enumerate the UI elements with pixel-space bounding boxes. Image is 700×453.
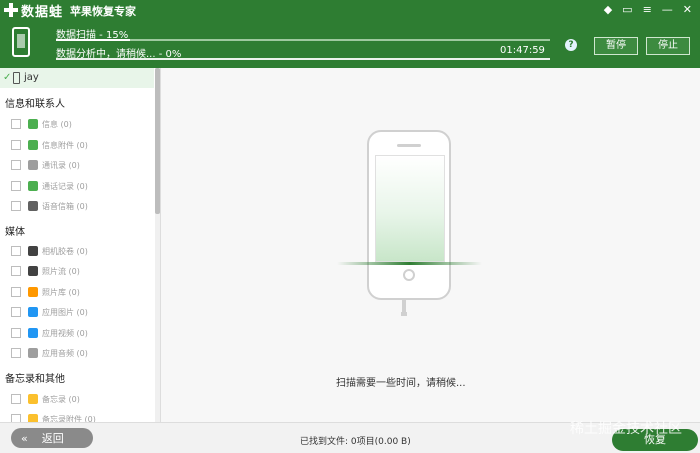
phone-home-button (403, 269, 415, 281)
back-label: 返回 (41, 432, 64, 445)
category-item[interactable]: 应用视频 (0) (11, 326, 151, 340)
category-item[interactable]: 语音信箱 (0) (11, 199, 151, 213)
phone-icon (28, 181, 38, 191)
minimize-icon[interactable]: — (662, 2, 673, 18)
category-item[interactable]: 信息附件 (0) (11, 138, 151, 152)
category-checkbox[interactable] (11, 328, 21, 338)
category-item[interactable]: 备忘录 (0) (11, 392, 151, 406)
phone-speaker (397, 144, 421, 147)
section-title: 信息和联系人 (5, 99, 65, 110)
category-label: 应用视频 (0) (42, 328, 88, 338)
found-files-status: 已找到文件: 0项目(0.00 B) (300, 437, 411, 447)
category-item[interactable]: 通讯录 (0) (11, 158, 151, 172)
phone-screen (375, 155, 445, 262)
category-label: 应用音频 (0) (42, 348, 88, 358)
photo-stream-icon (28, 266, 38, 276)
category-checkbox[interactable] (11, 119, 21, 129)
category-label: 通话记录 (0) (42, 181, 88, 191)
notes-icon (28, 394, 38, 404)
pause-button[interactable]: 暂停 (594, 37, 638, 55)
logo-plus-icon (4, 3, 18, 17)
logo-text: 数据蛙 (21, 4, 64, 20)
category-label: 信息 (0) (42, 119, 72, 129)
back-button[interactable]: « 返回 (11, 428, 93, 448)
category-label: 备忘录 (0) (42, 394, 80, 404)
scan-progress-panel: 数据扫描 - 15% 数据分析中，请稍候... - 0% 01:47:59 ? … (0, 20, 700, 68)
category-label: 通讯录 (0) (42, 160, 80, 170)
scan-view: 扫描需要一些时间，请稍候... (161, 68, 700, 422)
category-checkbox[interactable] (11, 414, 21, 422)
category-label: 照片流 (0) (42, 266, 80, 276)
window-controls: ◆ ▭ ≡ — ✕ (604, 2, 692, 18)
phone-cable-plug (401, 312, 407, 316)
sidebar-scrollbar[interactable] (155, 68, 160, 422)
scan-progress-track (56, 39, 550, 41)
category-label: 信息附件 (0) (42, 140, 88, 150)
analysis-progress-track (56, 58, 550, 60)
photo-library-icon (28, 287, 38, 297)
category-checkbox[interactable] (11, 246, 21, 256)
app-audio-icon (28, 348, 38, 358)
stop-button[interactable]: 停止 (646, 37, 690, 55)
category-checkbox[interactable] (11, 140, 21, 150)
category-item[interactable]: 照片库 (0) (11, 285, 151, 299)
voicemail-icon (28, 201, 38, 211)
category-item[interactable]: 照片流 (0) (11, 264, 151, 278)
notes-attachment-icon (28, 414, 38, 422)
device-phone-icon (12, 27, 30, 57)
scan-line (337, 262, 482, 265)
category-checkbox[interactable] (11, 394, 21, 404)
category-checkbox[interactable] (11, 287, 21, 297)
back-arrow-icon: « (21, 431, 28, 445)
section-title: 备忘录和其他 (5, 374, 65, 385)
category-label: 语音信箱 (0) (42, 201, 88, 211)
category-checkbox[interactable] (11, 160, 21, 170)
camera-icon (28, 246, 38, 256)
message-attachment-icon (28, 140, 38, 150)
category-label: 照片库 (0) (42, 287, 80, 297)
category-item[interactable]: 相机胶卷 (0) (11, 244, 151, 258)
category-checkbox[interactable] (11, 266, 21, 276)
menu-icon[interactable]: ≡ (643, 2, 652, 18)
category-label: 应用图片 (0) (42, 307, 88, 317)
app-logo: 数据蛙 (4, 2, 64, 20)
scrollbar-thumb[interactable] (155, 68, 160, 214)
category-checkbox[interactable] (11, 181, 21, 191)
phone-icon (13, 72, 20, 84)
device-row[interactable]: ✓ jay (0, 68, 154, 88)
category-checkbox[interactable] (11, 201, 21, 211)
elapsed-time: 01:47:59 (500, 45, 545, 56)
section-title: 媒体 (5, 227, 25, 238)
category-label: 备忘录附件 (0) (42, 414, 96, 423)
chat-icon[interactable]: ▭ (622, 2, 632, 18)
phone-cable (402, 300, 406, 312)
category-item[interactable]: 信息 (0) (11, 117, 151, 131)
title-bar: 数据蛙 苹果恢复专家 ◆ ▭ ≡ — ✕ (0, 0, 700, 20)
category-item[interactable]: 应用图片 (0) (11, 305, 151, 319)
category-sidebar: ✓ jay 信息和联系人信息 (0) 信息附件 (0) 通讯录 (0) 通话记录 (0… (0, 68, 161, 422)
category-checkbox[interactable] (11, 307, 21, 317)
message-icon (28, 119, 38, 129)
diamond-icon[interactable]: ◆ (604, 2, 612, 18)
app-video-icon (28, 328, 38, 338)
phone-illustration (367, 130, 451, 300)
category-item[interactable]: 通话记录 (0) (11, 179, 151, 193)
help-icon[interactable]: ? (565, 39, 577, 51)
device-check-icon[interactable]: ✓ (3, 72, 11, 83)
contacts-icon (28, 160, 38, 170)
app-subtitle: 苹果恢复专家 (70, 5, 136, 18)
category-item[interactable]: 应用音频 (0) (11, 346, 151, 360)
category-label: 相机胶卷 (0) (42, 246, 88, 256)
close-icon[interactable]: ✕ (683, 2, 692, 18)
scan-progress-fill (56, 39, 131, 41)
category-item[interactable]: 备忘录附件 (0) (11, 412, 151, 422)
device-name: jay (24, 72, 39, 83)
scan-message: 扫描需要一些时间，请稍候... (336, 378, 466, 389)
category-checkbox[interactable] (11, 348, 21, 358)
watermark: 稀土掘金技术社区 (570, 421, 682, 437)
app-photo-icon (28, 307, 38, 317)
